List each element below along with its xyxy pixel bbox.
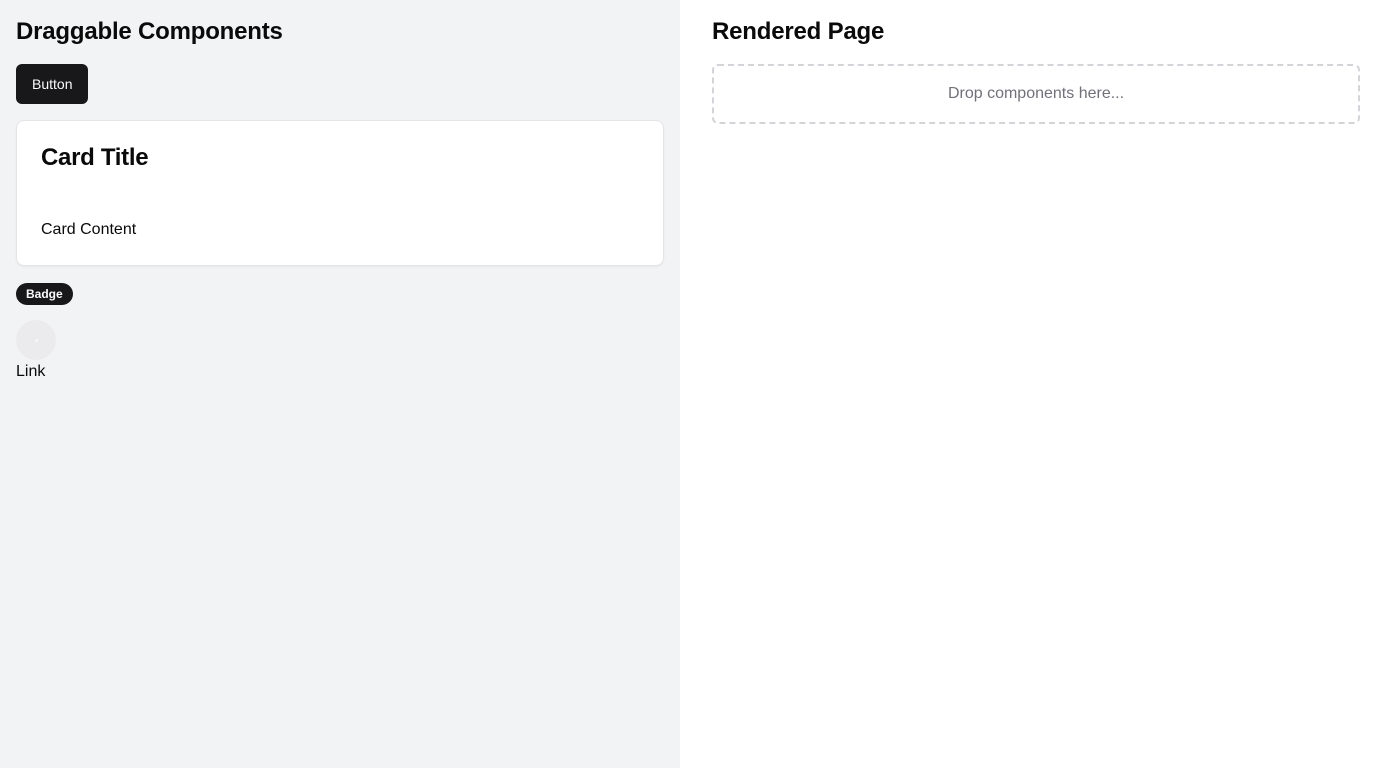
card-title: Card Title (41, 144, 149, 171)
rendered-page-panel: Rendered Page Drop components here... (680, 0, 1376, 768)
avatar-placeholder-icon (34, 338, 38, 342)
draggable-badge-component[interactable]: Badge (16, 283, 73, 305)
app-layout: Draggable Components Button Card Title C… (0, 0, 1376, 768)
drop-zone[interactable]: Drop components here... (712, 64, 1360, 124)
badge-wrapper: Badge (16, 283, 664, 305)
components-palette: Draggable Components Button Card Title C… (0, 0, 680, 768)
rendered-page-title: Rendered Page (712, 18, 885, 45)
palette-title: Draggable Components (16, 18, 283, 45)
draggable-avatar-component[interactable] (16, 320, 56, 360)
draggable-link-component[interactable]: Link (16, 360, 45, 384)
card-content: Card Content (41, 221, 137, 238)
drop-zone-text: Drop components here... (947, 85, 1125, 102)
draggable-button-component[interactable]: Button (16, 64, 89, 104)
draggable-card-component[interactable]: Card Title Card Content (16, 120, 664, 266)
